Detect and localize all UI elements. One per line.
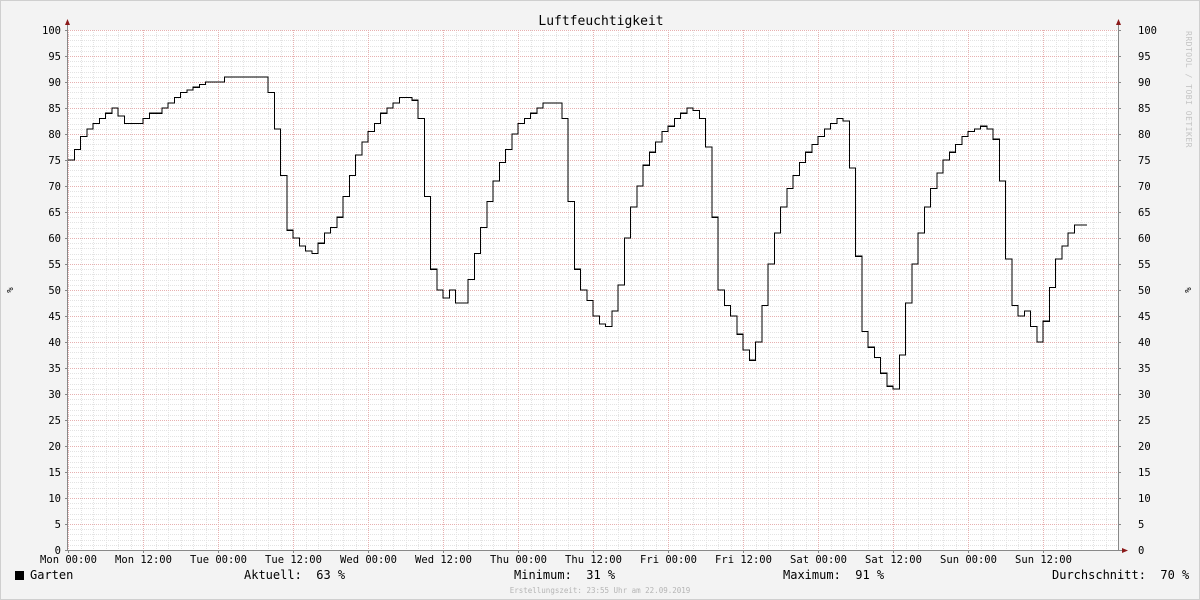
y-tick-label-right: 35 bbox=[1138, 363, 1151, 375]
x-tick-label: Thu 00:00 bbox=[490, 554, 547, 566]
y-tick-label-left: 90 bbox=[48, 77, 61, 89]
maximum-value: 91 % bbox=[855, 568, 885, 582]
x-tick-label: Fri 00:00 bbox=[640, 554, 697, 566]
y-tick-label-left: 30 bbox=[48, 389, 61, 401]
legend-series: Garten bbox=[15, 568, 73, 582]
y-tick-label-left: 60 bbox=[48, 233, 61, 245]
minimum-value: 31 % bbox=[586, 568, 616, 582]
y-tick-label-left: 75 bbox=[48, 155, 61, 167]
chart-frame: 0 5 10 15 20 25 30 35 40 45 50 55 60 65 70 75 80 85 90 95 10… bbox=[0, 0, 1200, 600]
legend-average: Durchschnitt: 70 % bbox=[1052, 568, 1189, 582]
y-tick-label-right: 85 bbox=[1138, 103, 1151, 115]
y-tick-label-left: 70 bbox=[48, 181, 61, 193]
x-tick-label: Sun 12:00 bbox=[1015, 554, 1072, 566]
y-axis-arrow-left bbox=[65, 19, 70, 25]
y-tick-label-right: 10 bbox=[1138, 493, 1151, 505]
y-tick-label-right: 30 bbox=[1138, 389, 1151, 401]
x-tick-label: Tue 12:00 bbox=[265, 554, 322, 566]
current-value: 63 % bbox=[316, 568, 346, 582]
y-tick-label-left: 15 bbox=[48, 467, 61, 479]
y-tick-label-right: 55 bbox=[1138, 259, 1151, 271]
maximum-label: Maximum: bbox=[783, 568, 841, 582]
y-tick-label-left: 45 bbox=[48, 311, 61, 323]
x-tick-label: Fri 12:00 bbox=[715, 554, 772, 566]
y-tick-label-left: 40 bbox=[48, 337, 61, 349]
y-tick-label-right: 50 bbox=[1138, 285, 1151, 297]
y-tick-label-left: 100 bbox=[42, 25, 61, 37]
x-tick-label: Sun 00:00 bbox=[940, 554, 997, 566]
legend-maximum: Maximum: 91 % bbox=[783, 568, 884, 582]
y-tick-label-left: 80 bbox=[48, 129, 61, 141]
legend-minimum: Minimum: 31 % bbox=[514, 568, 615, 582]
y-tick-label-left: 50 bbox=[48, 285, 61, 297]
x-tick-label: Mon 00:00 bbox=[40, 554, 97, 566]
y-tick-label-right: 15 bbox=[1138, 467, 1151, 479]
legend-current: Aktuell: 63 % bbox=[244, 568, 345, 582]
x-tick-label: Sat 00:00 bbox=[790, 554, 847, 566]
x-tick-label: Tue 00:00 bbox=[190, 554, 247, 566]
y-tick-label-right: 60 bbox=[1138, 233, 1151, 245]
chart-title: Luftfeuchtigkeit bbox=[538, 14, 663, 29]
y-tick-label-right: 5 bbox=[1138, 519, 1144, 531]
y-tick-label-right: 75 bbox=[1138, 155, 1151, 167]
y-tick-label-right: 95 bbox=[1138, 51, 1151, 63]
y-axis-arrow-right bbox=[1116, 19, 1121, 25]
generation-time: Erstellungszeit: 23:55 Uhr am 22.09.2019 bbox=[509, 586, 691, 595]
humidity-chart: 0 5 10 15 20 25 30 35 40 45 50 55 60 65 70 75 80 85 90 95 10… bbox=[6, 14, 1194, 566]
y-tick-label-right: 25 bbox=[1138, 415, 1151, 427]
y-tick-label-left: 55 bbox=[48, 259, 61, 271]
x-axis-arrow bbox=[1122, 548, 1128, 553]
y-tick-label-right: 0 bbox=[1138, 545, 1144, 557]
y-tick-label-right: 65 bbox=[1138, 207, 1151, 219]
y-tick-label-right: 70 bbox=[1138, 181, 1151, 193]
y-tick-label-left: 65 bbox=[48, 207, 61, 219]
y-tick-label-right: 45 bbox=[1138, 311, 1151, 323]
average-label: Durchschnitt: bbox=[1052, 568, 1146, 582]
x-tick-label: Wed 00:00 bbox=[340, 554, 397, 566]
y-tick-label-left: 95 bbox=[48, 51, 61, 63]
x-tick-label: Thu 12:00 bbox=[565, 554, 622, 566]
y-tick-label-left: 10 bbox=[48, 493, 61, 505]
y-tick-label-right: 40 bbox=[1138, 337, 1151, 349]
y-tick-label-right: 20 bbox=[1138, 441, 1151, 453]
series-color-swatch bbox=[15, 571, 24, 580]
current-label: Aktuell: bbox=[244, 568, 302, 582]
minimum-label: Minimum: bbox=[514, 568, 572, 582]
x-tick-label: Mon 12:00 bbox=[115, 554, 172, 566]
y-tick-label-right: 100 bbox=[1138, 25, 1157, 37]
y-axis-label-left: % bbox=[6, 287, 16, 293]
y-tick-label-left: 85 bbox=[48, 103, 61, 115]
x-tick-label: Sat 12:00 bbox=[865, 554, 922, 566]
y-tick-label-right: 90 bbox=[1138, 77, 1151, 89]
y-axis-label-right: % bbox=[1184, 287, 1194, 293]
rrdtool-watermark: RRDTOOL / TOBI OETIKER bbox=[1184, 31, 1193, 148]
average-value: 70 % bbox=[1160, 568, 1190, 582]
y-tick-label-left: 35 bbox=[48, 363, 61, 375]
y-tick-label-left: 25 bbox=[48, 415, 61, 427]
y-tick-label-left: 20 bbox=[48, 441, 61, 453]
y-tick-label-right: 80 bbox=[1138, 129, 1151, 141]
legend-series-label: Garten bbox=[30, 568, 74, 582]
x-tick-label: Wed 12:00 bbox=[415, 554, 472, 566]
y-tick-label-left: 5 bbox=[55, 519, 61, 531]
